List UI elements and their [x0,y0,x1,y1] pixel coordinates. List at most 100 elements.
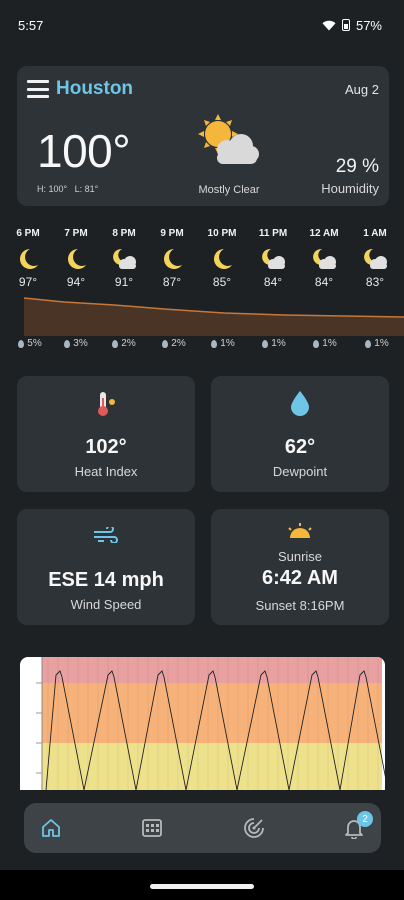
hour-temp: 91° [114,275,134,289]
nav-radar-button[interactable] [229,803,279,853]
moon-icon [68,249,86,269]
sun-cloud-icon [198,114,259,164]
hour-temp: 84° [263,275,283,289]
heat-index-card[interactable]: 102° Heat Index [17,376,195,492]
radar-icon [244,818,264,838]
hour-time: 9 PM [160,228,184,239]
current-conditions-card[interactable]: Houston Aug 2 100° H: 100° L: 81° Mostly… [17,66,389,206]
dewpoint-card[interactable]: 62° Dewpoint [211,376,389,492]
hourly-forecast[interactable]: 6 PM 97° 7 PM 94° 8 PM 91° 9 PM 87° 10 P… [0,228,404,358]
hour-item[interactable]: 6 PM 97° [3,228,53,289]
water-drop-icon [291,391,309,416]
humidity-value: 29 % [335,156,379,177]
raindrop-icon [211,339,218,348]
hour-item[interactable]: 11 PM 84° [248,228,298,289]
precip-chance: 3% [51,338,101,349]
moon-cloud-icon [364,248,387,269]
moon-cloud-icon [262,248,285,269]
humidity-label: Houmidity [321,181,379,196]
hour-time: 7 PM [64,228,88,239]
precip-chance: 1% [249,338,299,349]
wifi-icon [322,20,336,30]
sunrise-card[interactable]: Sunrise 6:42 AM Sunset 8:16PM [211,509,389,625]
precip-chance: 2% [149,338,199,349]
sunrise-time: 6:42 AM [262,567,338,589]
precip-value: 1% [220,338,235,349]
battery-icon [341,19,350,31]
temperature-trend-graph [24,297,404,336]
precip-chance: 2% [99,338,149,349]
home-gesture-indicator[interactable] [150,884,254,889]
precip-value: 1% [322,338,337,349]
hour-item[interactable]: 10 PM 85° [197,228,247,289]
forecast-chart[interactable] [20,657,385,790]
chart-band [42,657,382,683]
low-temperature: L: 81° [74,184,99,194]
chart-band [42,683,382,743]
sunset-time: Sunset 8:16PM [255,598,345,613]
precip-value: 2% [171,338,186,349]
condition-label: Mostly Clear [198,184,260,196]
hour-item[interactable]: 7 PM 94° [51,228,101,289]
battery-percent: 57% [355,17,382,33]
nav-alerts-button[interactable]: 2 [329,803,379,853]
sunrise-icon [288,523,312,538]
hour-time: 12 AM [309,228,339,239]
precip-chance: 5% [5,338,55,349]
home-icon [42,819,60,837]
hour-item[interactable]: 12 AM 84° [299,228,349,289]
chart-band [42,743,382,790]
thermometer-icon [98,392,115,416]
sunrise-label: Sunrise [277,549,323,564]
hour-time: 11 PM [258,228,288,239]
raindrop-icon [64,339,71,348]
precip-chance: 1% [300,338,350,349]
hour-temp: 97° [18,275,38,289]
nav-calendar-button[interactable] [127,803,177,853]
hour-time: 6 PM [16,228,40,239]
nav-home-button[interactable] [26,803,76,853]
status-bar: 5:57 57% [0,0,404,50]
hour-temp: 84° [314,275,334,289]
status-icons: 57% [322,18,382,33]
forecast-chart-svg [36,657,385,790]
current-temperature: 100° [37,125,131,177]
precip-value: 5% [27,338,42,349]
menu-icon[interactable] [27,80,49,98]
hour-temp: 85° [212,275,232,289]
high-temperature: H: 100° [37,184,68,194]
precip-value: 3% [73,338,88,349]
heat-index-label: Heat Index [74,464,138,479]
raindrop-icon [365,339,372,348]
precip-value: 1% [374,338,389,349]
heat-index-value: 102° [85,436,127,458]
wind-label: Wind Speed [70,597,142,612]
hour-item[interactable]: 1 AM 83° [350,228,400,289]
dewpoint-value: 62° [284,436,316,458]
current-date: Aug 2 [345,82,379,97]
wind-card[interactable]: ESE 14 mph Wind Speed [17,509,195,625]
precip-value: 2% [121,338,136,349]
raindrop-icon [162,339,169,348]
moon-icon [20,249,38,269]
wind-icon [94,527,118,543]
raindrop-icon [112,339,119,348]
dewpoint-label: Dewpoint [272,464,328,479]
hour-item[interactable]: 9 PM 87° [147,228,197,289]
hour-temp: 94° [66,275,86,289]
precip-chance: 1% [352,338,402,349]
hour-temp: 83° [365,275,385,289]
precip-value: 1% [271,338,286,349]
hi-lo-temperature: H: 100° L: 81° [37,184,98,194]
moon-icon [164,249,182,269]
hour-item[interactable]: 8 PM 91° [99,228,149,289]
hour-time: 8 PM [112,228,136,239]
raindrop-icon [262,339,269,348]
bottom-navigation: 2 [24,803,381,853]
city-name[interactable]: Houston [56,78,133,100]
precip-chance: 1% [198,338,248,349]
raindrop-icon [313,339,320,348]
notification-badge: 2 [357,811,373,827]
moon-cloud-icon [113,248,136,269]
calendar-icon [142,819,162,837]
